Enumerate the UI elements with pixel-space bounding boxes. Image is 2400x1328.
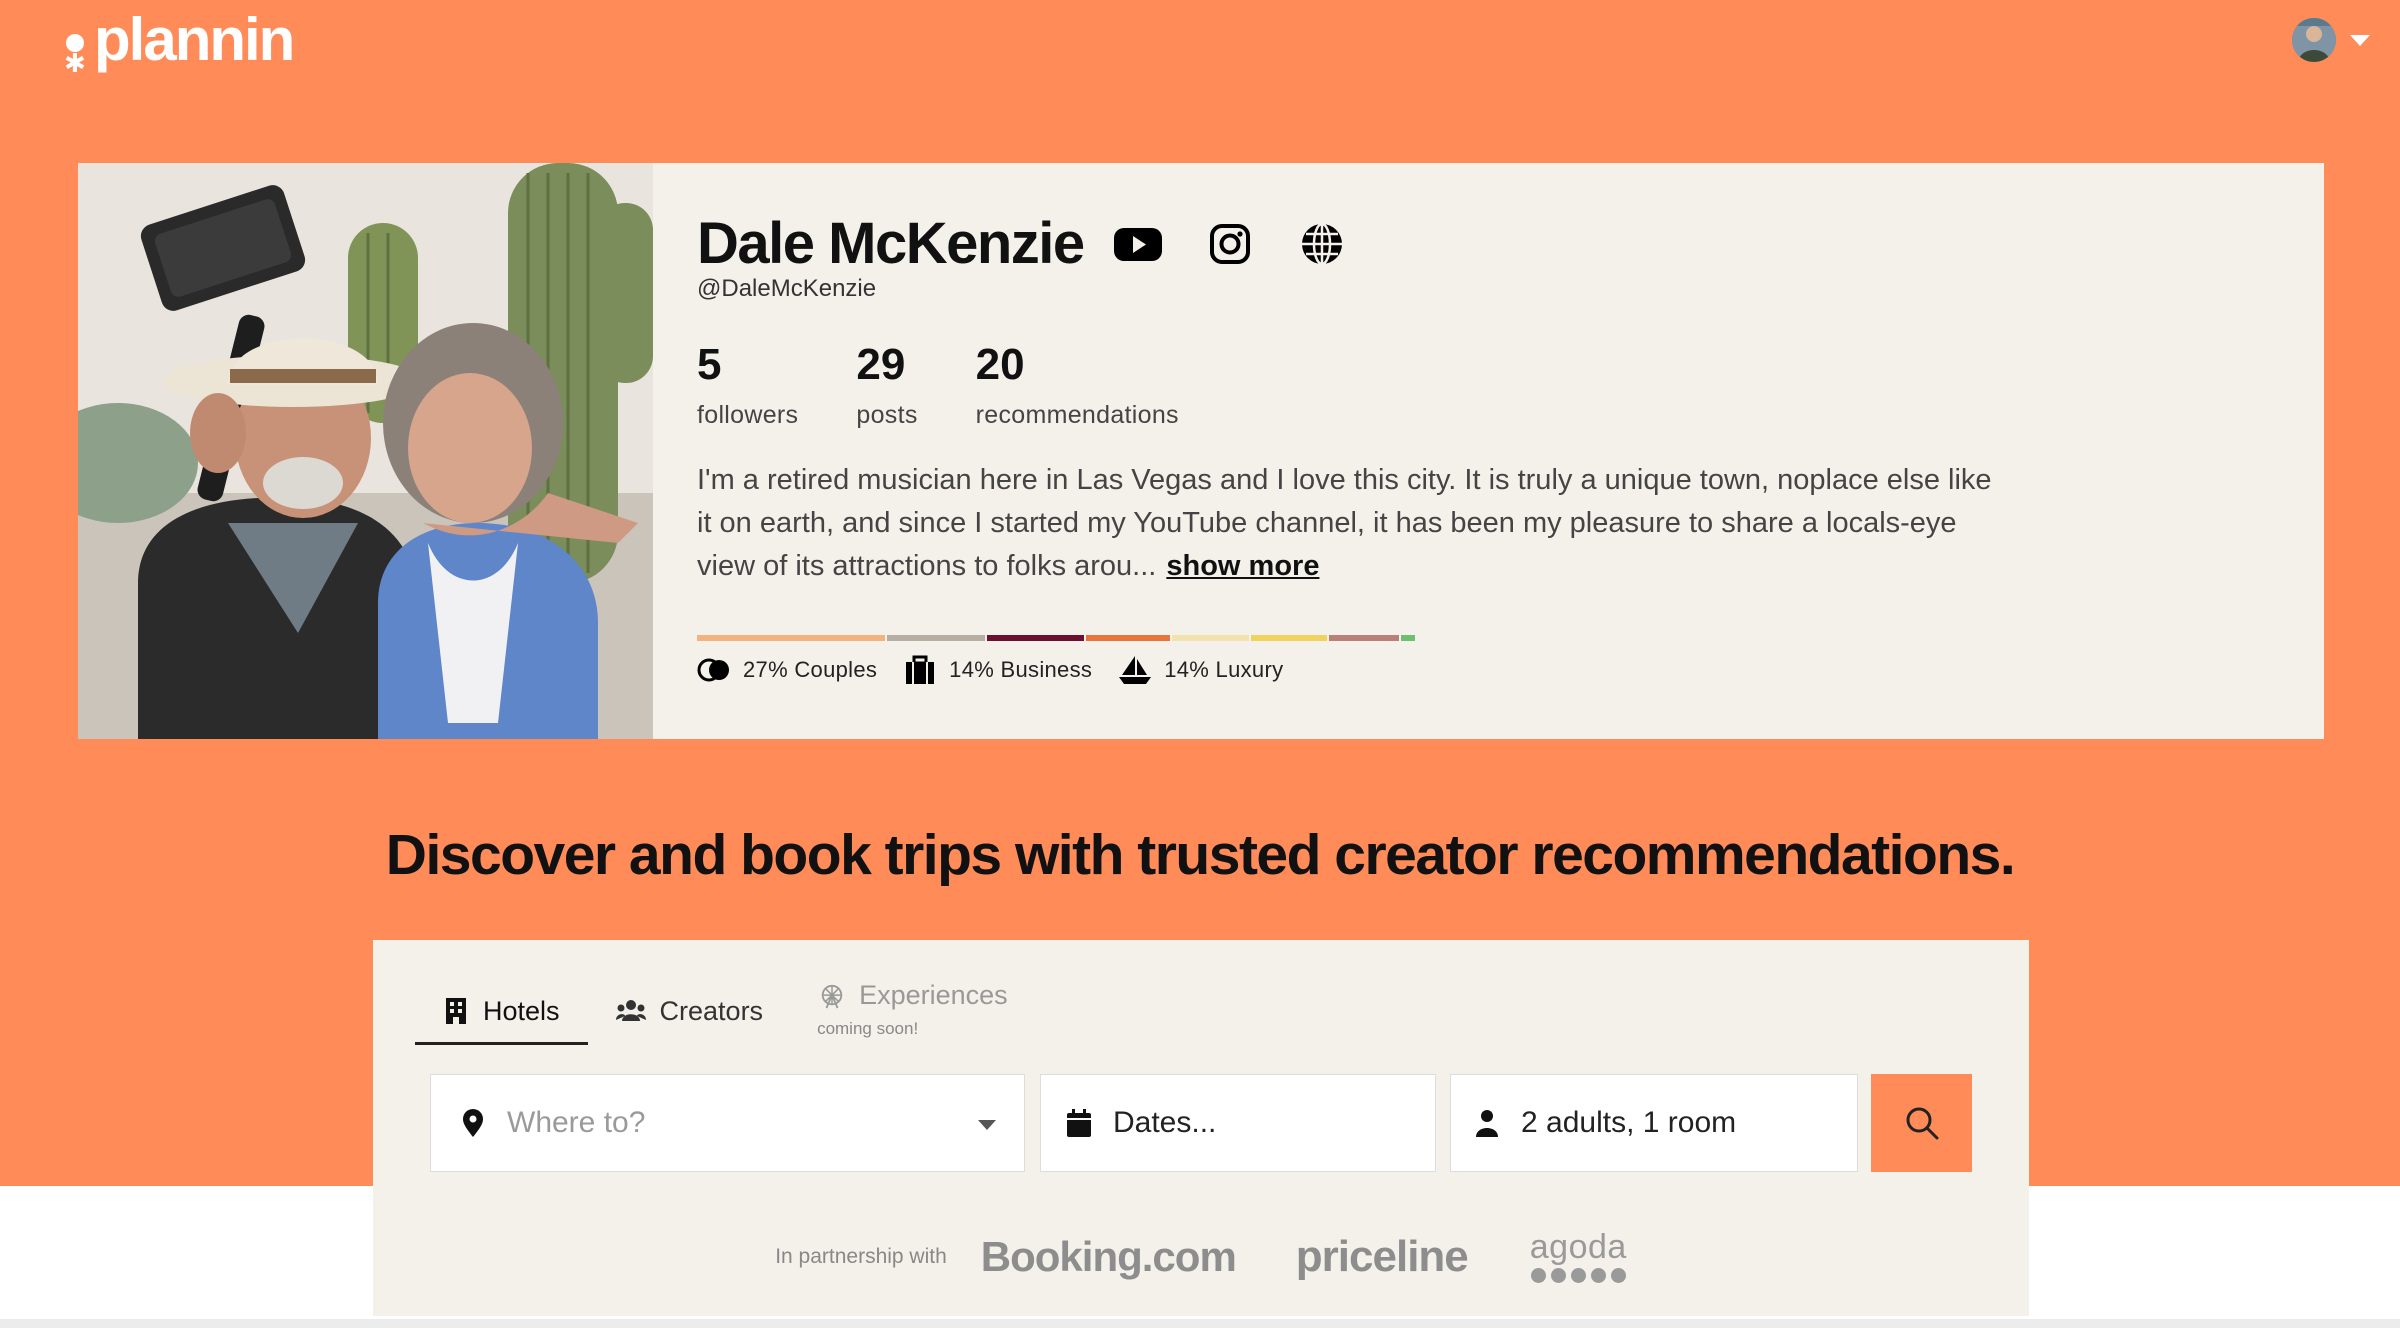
traveler-mix-segment bbox=[697, 635, 886, 641]
partnership-label: In partnership with bbox=[775, 1244, 947, 1268]
sailboat-icon bbox=[1119, 656, 1152, 684]
creator-bio: I'm a retired musician here in Las Vegas… bbox=[697, 459, 1997, 588]
show-more-link[interactable]: show more bbox=[1166, 550, 1319, 582]
chevron-down-icon[interactable] bbox=[978, 1120, 996, 1130]
search-button[interactable] bbox=[1871, 1074, 1972, 1172]
logo-text: plannin bbox=[94, 6, 295, 73]
bio-text: I'm a retired musician here in Las Vegas… bbox=[697, 464, 1992, 582]
plannin-logo[interactable]: ✱ plannin bbox=[62, 4, 295, 76]
stat-label: followers bbox=[697, 401, 799, 429]
booking-search-panel: Hotels Creators Experiences coming soon!… bbox=[373, 940, 2029, 1316]
tag-business: 14% Business bbox=[903, 655, 1092, 685]
guests-label: 2 adults, 1 room bbox=[1521, 1106, 1737, 1139]
stat-posts[interactable]: 29 posts bbox=[856, 339, 917, 430]
traveler-mix-segment bbox=[1329, 635, 1400, 641]
traveler-mix-segment bbox=[1401, 635, 1415, 641]
creator-stats: 5 followers 29 posts 20 recommendations bbox=[697, 339, 1237, 430]
building-icon bbox=[446, 998, 466, 1024]
destination-placeholder: Where to? bbox=[507, 1106, 646, 1139]
stat-followers[interactable]: 5 followers bbox=[697, 339, 798, 430]
tab-label: Hotels bbox=[483, 995, 560, 1026]
ferris-wheel-icon bbox=[821, 984, 843, 1008]
stat-value: 5 bbox=[697, 340, 722, 389]
dates-label: Dates... bbox=[1113, 1106, 1217, 1139]
avatar[interactable] bbox=[2292, 18, 2336, 62]
logo-mark-icon: ✱ bbox=[62, 12, 90, 76]
instagram-icon[interactable] bbox=[1204, 218, 1256, 270]
tag-luxury: 14% Luxury bbox=[1118, 655, 1283, 685]
dates-field[interactable]: Dates... bbox=[1040, 1074, 1436, 1172]
search-tabs: Hotels Creators Experiences coming soon! bbox=[415, 980, 1036, 1045]
calendar-icon bbox=[1067, 1109, 1091, 1137]
stat-label: posts bbox=[856, 401, 918, 429]
tab-label: Experiences bbox=[859, 980, 1008, 1010]
tag-label: 27% Couples bbox=[743, 657, 878, 682]
partners-row: In partnership with Booking.com pricelin… bbox=[373, 1230, 2029, 1283]
traveler-mix-segment bbox=[887, 635, 985, 641]
booking-logo: Booking.com bbox=[980, 1232, 1237, 1280]
couples-icon bbox=[697, 658, 729, 682]
tab-creators[interactable]: Creators bbox=[588, 980, 792, 1042]
agoda-logo: agoda bbox=[1530, 1230, 1627, 1283]
coming-soon-note: coming soon! bbox=[817, 1019, 919, 1038]
traveler-mix-bar bbox=[697, 635, 1415, 641]
destination-select[interactable]: Where to? bbox=[430, 1074, 1025, 1172]
tab-experiences: Experiences coming soon! bbox=[791, 980, 1036, 1045]
tag-label: 14% Business bbox=[949, 657, 1093, 682]
stat-recommendations[interactable]: 20 recommendations bbox=[976, 339, 1179, 430]
traveler-mix-segment bbox=[1250, 635, 1328, 641]
stat-label: recommendations bbox=[975, 401, 1179, 429]
chevron-down-icon[interactable] bbox=[2350, 34, 2370, 46]
profile-photo bbox=[78, 163, 653, 739]
traveler-mix-segment bbox=[1086, 635, 1170, 641]
creator-name: Dale McKenzie bbox=[697, 211, 1085, 276]
priceline-logo: priceline bbox=[1295, 1231, 1469, 1281]
guests-field[interactable]: 2 adults, 1 room bbox=[1450, 1074, 1858, 1172]
traveler-mix-segment bbox=[986, 635, 1085, 641]
people-icon bbox=[615, 1000, 646, 1021]
website-globe-icon[interactable] bbox=[1296, 218, 1348, 270]
page-headline: Discover and book trips with trusted cre… bbox=[385, 823, 2016, 887]
tag-label: 14% Luxury bbox=[1164, 657, 1284, 682]
person-icon bbox=[1476, 1110, 1498, 1137]
tab-hotels[interactable]: Hotels bbox=[415, 980, 588, 1045]
creator-handle: @DaleMcKenzie bbox=[697, 275, 877, 302]
user-menu[interactable] bbox=[2292, 18, 2370, 62]
briefcase-icon bbox=[906, 655, 935, 684]
youtube-icon[interactable] bbox=[1112, 218, 1164, 270]
stat-value: 20 bbox=[975, 340, 1025, 389]
creator-profile-card: Dale McKenzie @DaleMcKenzie 5 followers bbox=[78, 163, 2324, 739]
map-pin-icon bbox=[463, 1109, 483, 1137]
traveler-tags: 27% Couples 14% Business 14% Luxury bbox=[697, 655, 1309, 685]
tag-couples: 27% Couples bbox=[697, 655, 877, 685]
traveler-mix-segment bbox=[1172, 635, 1249, 641]
stat-value: 29 bbox=[856, 340, 906, 389]
page-bottom-divider bbox=[0, 1319, 2400, 1328]
tab-label: Creators bbox=[659, 995, 764, 1026]
search-icon bbox=[1906, 1107, 1938, 1140]
